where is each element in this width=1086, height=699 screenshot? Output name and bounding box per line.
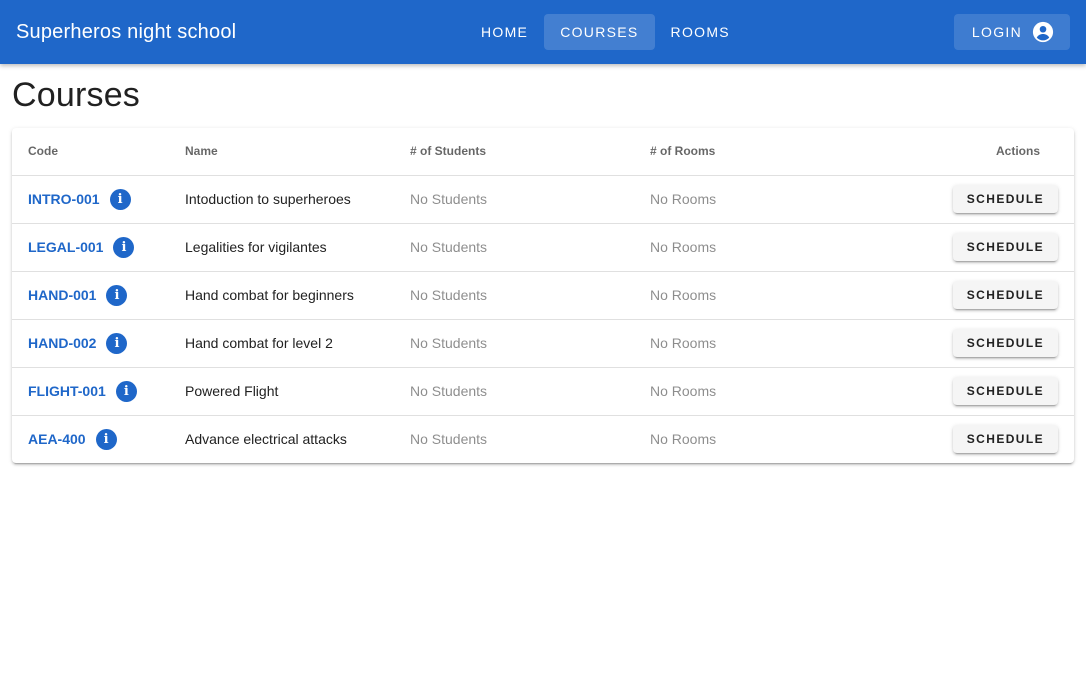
course-name: Hand combat for level 2 bbox=[169, 319, 394, 368]
info-icon[interactable]: i bbox=[95, 428, 117, 450]
info-icon[interactable]: i bbox=[106, 284, 128, 306]
course-students: No Students bbox=[394, 319, 634, 368]
course-code-link[interactable]: INTRO-001 bbox=[28, 191, 100, 207]
nav-rooms[interactable]: ROOMS bbox=[655, 14, 746, 50]
table-row: HAND-001 i Hand combat for beginners No S… bbox=[12, 271, 1074, 320]
course-students: No Students bbox=[394, 223, 634, 272]
schedule-button[interactable]: SCHEDULE bbox=[952, 233, 1058, 261]
course-code-link[interactable]: LEGAL-001 bbox=[28, 239, 103, 255]
courses-table-card: Code Name # of Students # of Rooms Actio… bbox=[12, 128, 1074, 463]
nav-courses[interactable]: COURSES bbox=[544, 14, 655, 50]
schedule-button[interactable]: SCHEDULE bbox=[952, 377, 1058, 405]
course-rooms: No Rooms bbox=[634, 367, 874, 416]
course-rooms: No Rooms bbox=[634, 175, 874, 224]
info-icon[interactable]: i bbox=[115, 380, 137, 402]
course-rooms: No Rooms bbox=[650, 431, 717, 448]
schedule-button[interactable]: SCHEDULE bbox=[952, 425, 1058, 454]
table-header-row: Code Name # of Students # of Rooms Actio… bbox=[12, 128, 1074, 176]
course-students: No Students bbox=[394, 271, 634, 320]
page-title: Courses bbox=[12, 76, 141, 114]
courses-table: Code Name # of Students # of Rooms Actio… bbox=[12, 128, 1074, 463]
table-row: HAND-002 i Hand combat for level 2 No Stu… bbox=[12, 319, 1074, 368]
login-label: LOGIN bbox=[971, 24, 1022, 40]
course-code-link[interactable]: HAND-001 bbox=[28, 287, 96, 303]
table-row: FLIGHT-001 i Powered Flight No Students N… bbox=[12, 367, 1074, 416]
course-name: Hand combat for beginners bbox=[169, 271, 394, 320]
table-row: INTRO-001 i Intoduction to superheroes No… bbox=[12, 175, 1074, 224]
info-icon[interactable]: i bbox=[106, 332, 128, 354]
schedule-button[interactable]: SCHEDULE bbox=[952, 185, 1058, 213]
schedule-button[interactable]: SCHEDULE bbox=[952, 329, 1058, 357]
course-rooms: No Rooms bbox=[634, 319, 874, 368]
header-code[interactable]: Code bbox=[12, 128, 169, 176]
header-students[interactable]: # of Students bbox=[394, 128, 634, 176]
schedule-button[interactable]: SCHEDULE bbox=[952, 281, 1058, 309]
course-students: No Students bbox=[394, 367, 634, 416]
course-students: No Students bbox=[394, 175, 634, 224]
course-rooms: No Rooms bbox=[634, 223, 874, 272]
info-icon[interactable]: i bbox=[109, 188, 131, 210]
info-icon[interactable]: i bbox=[113, 236, 135, 258]
course-rooms: No Rooms bbox=[634, 271, 874, 320]
course-name: Legalities for vigilantes bbox=[169, 223, 394, 272]
table-row: AEA-400 i Advance electrical attacks No S… bbox=[12, 415, 1074, 463]
course-code-link[interactable]: HAND-002 bbox=[28, 335, 96, 351]
course-name: Powered Flight bbox=[169, 367, 394, 416]
header-actions: Actions bbox=[874, 128, 1074, 176]
app-title: Superheros night school bbox=[16, 20, 237, 43]
header-rooms[interactable]: # of Rooms bbox=[634, 128, 874, 176]
table-row: LEGAL-001 i Legalities for vigilantes No … bbox=[12, 223, 1074, 272]
main-nav: HOME COURSES ROOMS bbox=[465, 14, 746, 50]
course-code-link[interactable]: FLIGHT-001 bbox=[28, 383, 106, 399]
course-name: Intoduction to superheroes bbox=[169, 175, 394, 224]
course-name: Advance electrical attacks bbox=[185, 431, 347, 448]
account-circle-icon bbox=[1032, 21, 1054, 43]
course-code-link[interactable]: AEA-400 bbox=[28, 431, 86, 447]
login-button[interactable]: LOGIN bbox=[953, 14, 1070, 50]
course-students: No Students bbox=[410, 431, 488, 448]
app-bar: Superheros night school HOME COURSES ROO… bbox=[0, 0, 1086, 64]
header-name[interactable]: Name bbox=[169, 128, 394, 176]
nav-home[interactable]: HOME bbox=[465, 14, 544, 50]
